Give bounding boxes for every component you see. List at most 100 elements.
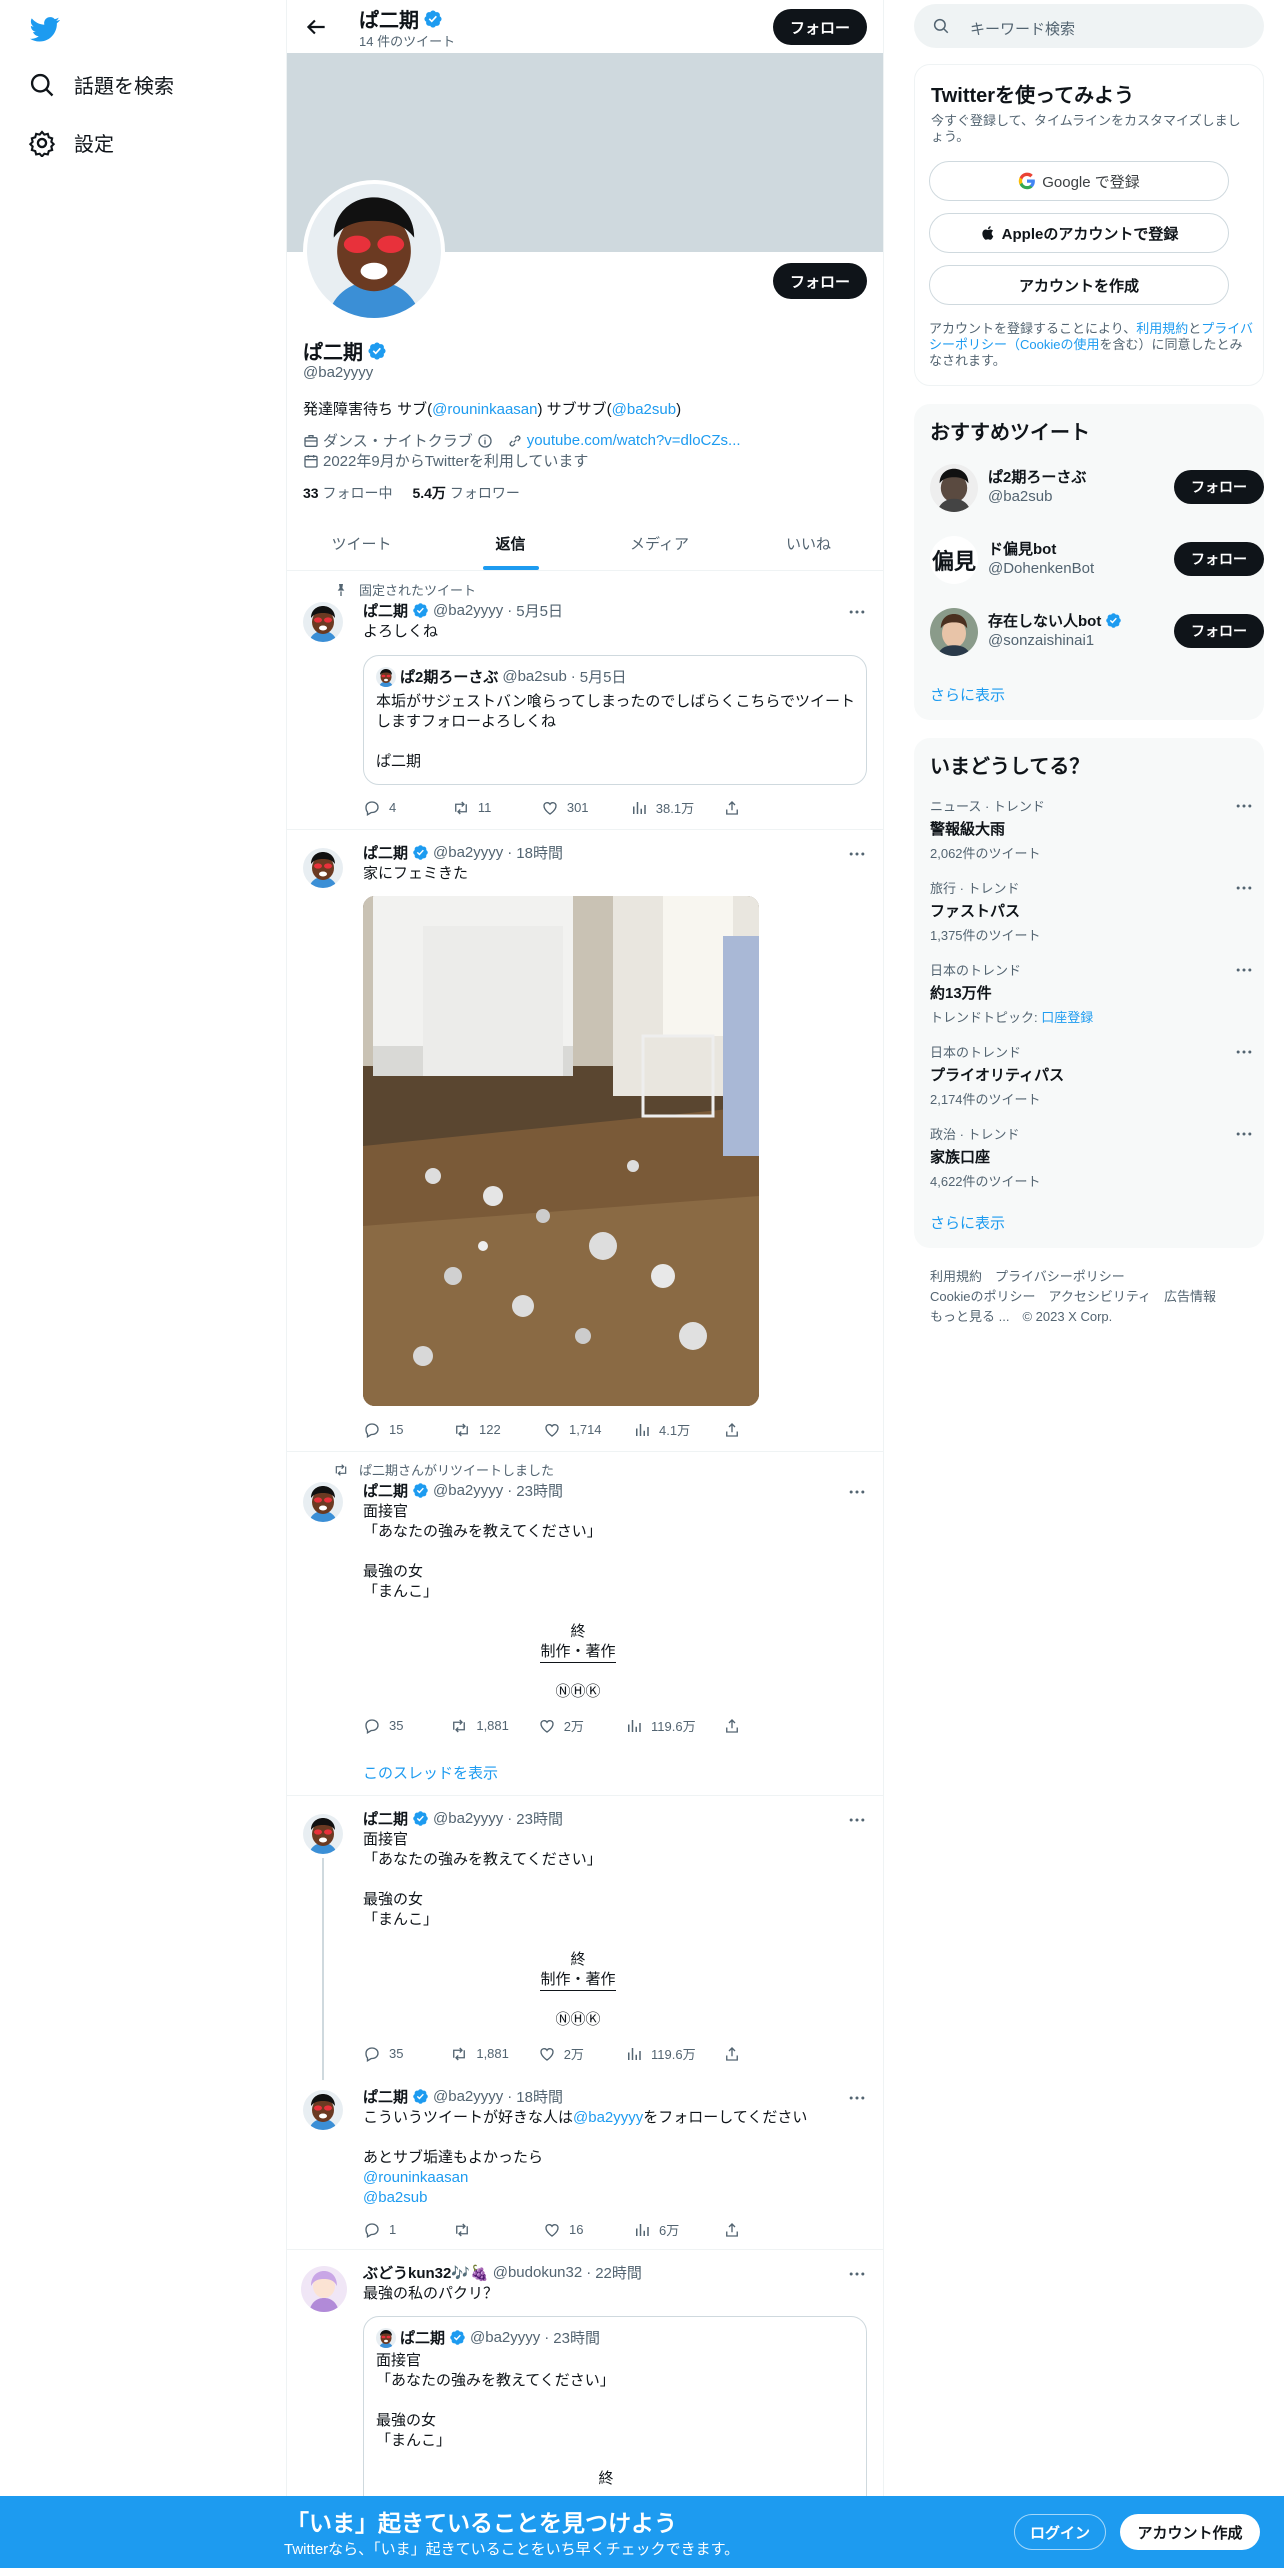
tweet-time[interactable]: 23時間 [516, 1480, 563, 1501]
author-handle[interactable]: @ba2yyyy [433, 602, 503, 619]
recommended-user[interactable]: ぱ2期ろーさぶ @ba2sub フォロー [930, 456, 1264, 512]
recommended-follow-button[interactable]: フォロー [1174, 542, 1264, 576]
trend-item[interactable]: 旅行 · トレンド ファストパス 1,375件のツイート [930, 878, 1250, 944]
more-options-icon[interactable] [1234, 960, 1254, 980]
recommended-follow-button[interactable]: フォロー [1174, 614, 1264, 648]
trend-topic-link[interactable]: 口座登録 [1041, 1010, 1093, 1025]
followers-link[interactable]: 5.4万 フォロワー [412, 483, 519, 503]
quote-tweet[interactable]: ぱ2期ろーさぶ @ba2sub · 5月5日 本垢がサジェストバン喰らってしまっ… [363, 655, 867, 785]
share-button[interactable] [723, 2044, 783, 2063]
views-button[interactable]: 119.6万 [625, 2044, 696, 2063]
author-handle[interactable]: @ba2yyyy [433, 844, 503, 861]
retweet-button[interactable]: 11 [452, 798, 512, 817]
views-button[interactable]: 38.1万 [630, 798, 694, 817]
author-name[interactable]: ぱ二期 [363, 2086, 408, 2107]
avatar[interactable] [303, 1814, 343, 1854]
retweet-button[interactable]: 1,881 [450, 1716, 510, 1735]
tweet[interactable]: ぱ二期さんがリツイートしました ぱ二期 @ba2yyyy · 23時間 面接官 … [287, 1452, 883, 1796]
avatar[interactable] [303, 848, 343, 888]
apple-signup-button[interactable]: Appleのアカウントで登録 [929, 213, 1229, 253]
nav-explore[interactable]: 話題を検索 [28, 70, 174, 99]
trends-show-more[interactable]: さらに表示 [930, 1212, 1005, 1233]
more-options-icon[interactable] [847, 844, 867, 864]
tab-replies[interactable]: 返信 [436, 518, 585, 570]
mention-link[interactable]: @rouninkaasan [363, 2168, 863, 2188]
more-options-icon[interactable] [847, 602, 867, 622]
tweet-time[interactable]: 18時間 [516, 2086, 563, 2107]
retweet-button[interactable] [453, 2220, 513, 2239]
share-button[interactable] [723, 1420, 783, 1439]
reply-button[interactable]: 4 [363, 798, 423, 817]
more-options-icon[interactable] [847, 2088, 867, 2108]
more-options-icon[interactable] [1234, 1124, 1254, 1144]
recommended-follow-button[interactable]: フォロー [1174, 470, 1264, 504]
tab-likes[interactable]: いいね [734, 518, 883, 570]
views-button[interactable]: 6万 [633, 2220, 693, 2239]
views-button[interactable]: 119.6万 [625, 1716, 696, 1735]
tweet-time[interactable]: 23時間 [516, 1808, 563, 1829]
like-button[interactable]: 1,714 [543, 1420, 603, 1439]
mention-link[interactable]: @ba2sub [363, 2188, 863, 2208]
author-handle[interactable]: @budokun32 [493, 2264, 582, 2281]
recommended-user[interactable]: 存在しない人bot @sonzaishinai1 フォロー [930, 600, 1264, 656]
author-name[interactable]: ぱ二期 [363, 1480, 408, 1501]
avatar[interactable] [303, 2090, 343, 2130]
back-arrow-icon[interactable] [303, 14, 329, 40]
share-button[interactable] [723, 798, 783, 817]
avatar[interactable] [303, 1482, 343, 1522]
search-box[interactable]: キーワード検索 [914, 4, 1264, 48]
author-name[interactable]: ぱ二期 [363, 842, 408, 863]
recommended-user[interactable]: 偏見 ド偏見bot @DohenkenBot フォロー [930, 528, 1264, 584]
trend-item[interactable]: 政治 · トレンド 家族口座 4,622件のツイート [930, 1124, 1250, 1190]
author-handle[interactable]: @ba2yyyy [433, 1810, 503, 1827]
trend-item[interactable]: 日本のトレンド プライオリティパス 2,174件のツイート [930, 1042, 1250, 1108]
profile-follow-button[interactable]: フォロー [773, 263, 867, 299]
tweet-time[interactable]: 18時間 [516, 842, 563, 863]
author-name[interactable]: ぱ二期 [363, 600, 408, 621]
reply-button[interactable]: 15 [363, 1420, 423, 1439]
tweet-time[interactable]: 5月5日 [516, 600, 563, 621]
recommended-show-more[interactable]: さらに表示 [930, 684, 1005, 705]
author-handle[interactable]: @ba2yyyy [433, 1482, 503, 1499]
reply-button[interactable]: 35 [363, 2044, 423, 2063]
more-options-icon[interactable] [1234, 1042, 1254, 1062]
more-options-icon[interactable] [847, 2264, 867, 2284]
author-name[interactable]: ぶどうkun32🎶🍇 [363, 2262, 489, 2283]
profile-url-link[interactable]: youtube.com/watch?v=dloCZs... [527, 432, 741, 449]
tab-media[interactable]: メディア [585, 518, 734, 570]
create-account-button[interactable]: アカウントを作成 [929, 265, 1229, 305]
profile-avatar[interactable] [303, 180, 445, 322]
signup-button[interactable]: アカウント作成 [1120, 2514, 1260, 2550]
login-button[interactable]: ログイン [1014, 2514, 1106, 2550]
tweet[interactable]: 固定されたツイート ぱ二期 @ba2yyyy · 5月5日 よろしくね ぱ2期ろ… [287, 572, 883, 830]
tweet[interactable]: ぱ二期 @ba2yyyy · 18時間 家にフェミきた 15 122 1,714… [287, 830, 883, 1452]
footer-links[interactable]: もっと見る ... © 2023 X Corp. [930, 1306, 1112, 1325]
like-button[interactable]: 2万 [538, 1716, 598, 1735]
more-options-icon[interactable] [1234, 878, 1254, 898]
more-options-icon[interactable] [847, 1482, 867, 1502]
trend-item[interactable]: 日本のトレンド 約13万件 トレンドトピック: 口座登録 [930, 960, 1250, 1026]
share-button[interactable] [723, 1716, 783, 1735]
bio-mention-link[interactable]: @rouninkaasan [432, 401, 537, 418]
share-button[interactable] [723, 2220, 783, 2239]
reply-button[interactable]: 1 [363, 2220, 423, 2239]
retweet-button[interactable]: 122 [453, 1420, 513, 1439]
info-icon[interactable] [477, 433, 493, 449]
more-options-icon[interactable] [1234, 796, 1254, 816]
nav-settings[interactable]: 設定 [28, 128, 114, 157]
google-signup-button[interactable]: Google で登録 [929, 161, 1229, 201]
like-button[interactable]: 16 [543, 2220, 603, 2239]
like-button[interactable]: 301 [541, 798, 601, 817]
footer-links[interactable]: 利用規約 プライバシーポリシー [930, 1266, 1125, 1285]
following-link[interactable]: 33 フォロー中 [303, 483, 392, 503]
retweet-button[interactable]: 1,881 [450, 2044, 510, 2063]
tweet-photo[interactable] [363, 896, 759, 1406]
footer-links[interactable]: Cookieのポリシー アクセシビリティ 広告情報 [930, 1286, 1216, 1305]
more-options-icon[interactable] [847, 1810, 867, 1830]
bio-mention-link[interactable]: @ba2sub [612, 401, 676, 418]
like-button[interactable]: 2万 [538, 2044, 598, 2063]
avatar[interactable] [303, 602, 343, 642]
views-button[interactable]: 4.1万 [633, 1420, 693, 1439]
tweet-time[interactable]: 22時間 [595, 2262, 642, 2283]
reply-button[interactable]: 35 [363, 1716, 423, 1735]
